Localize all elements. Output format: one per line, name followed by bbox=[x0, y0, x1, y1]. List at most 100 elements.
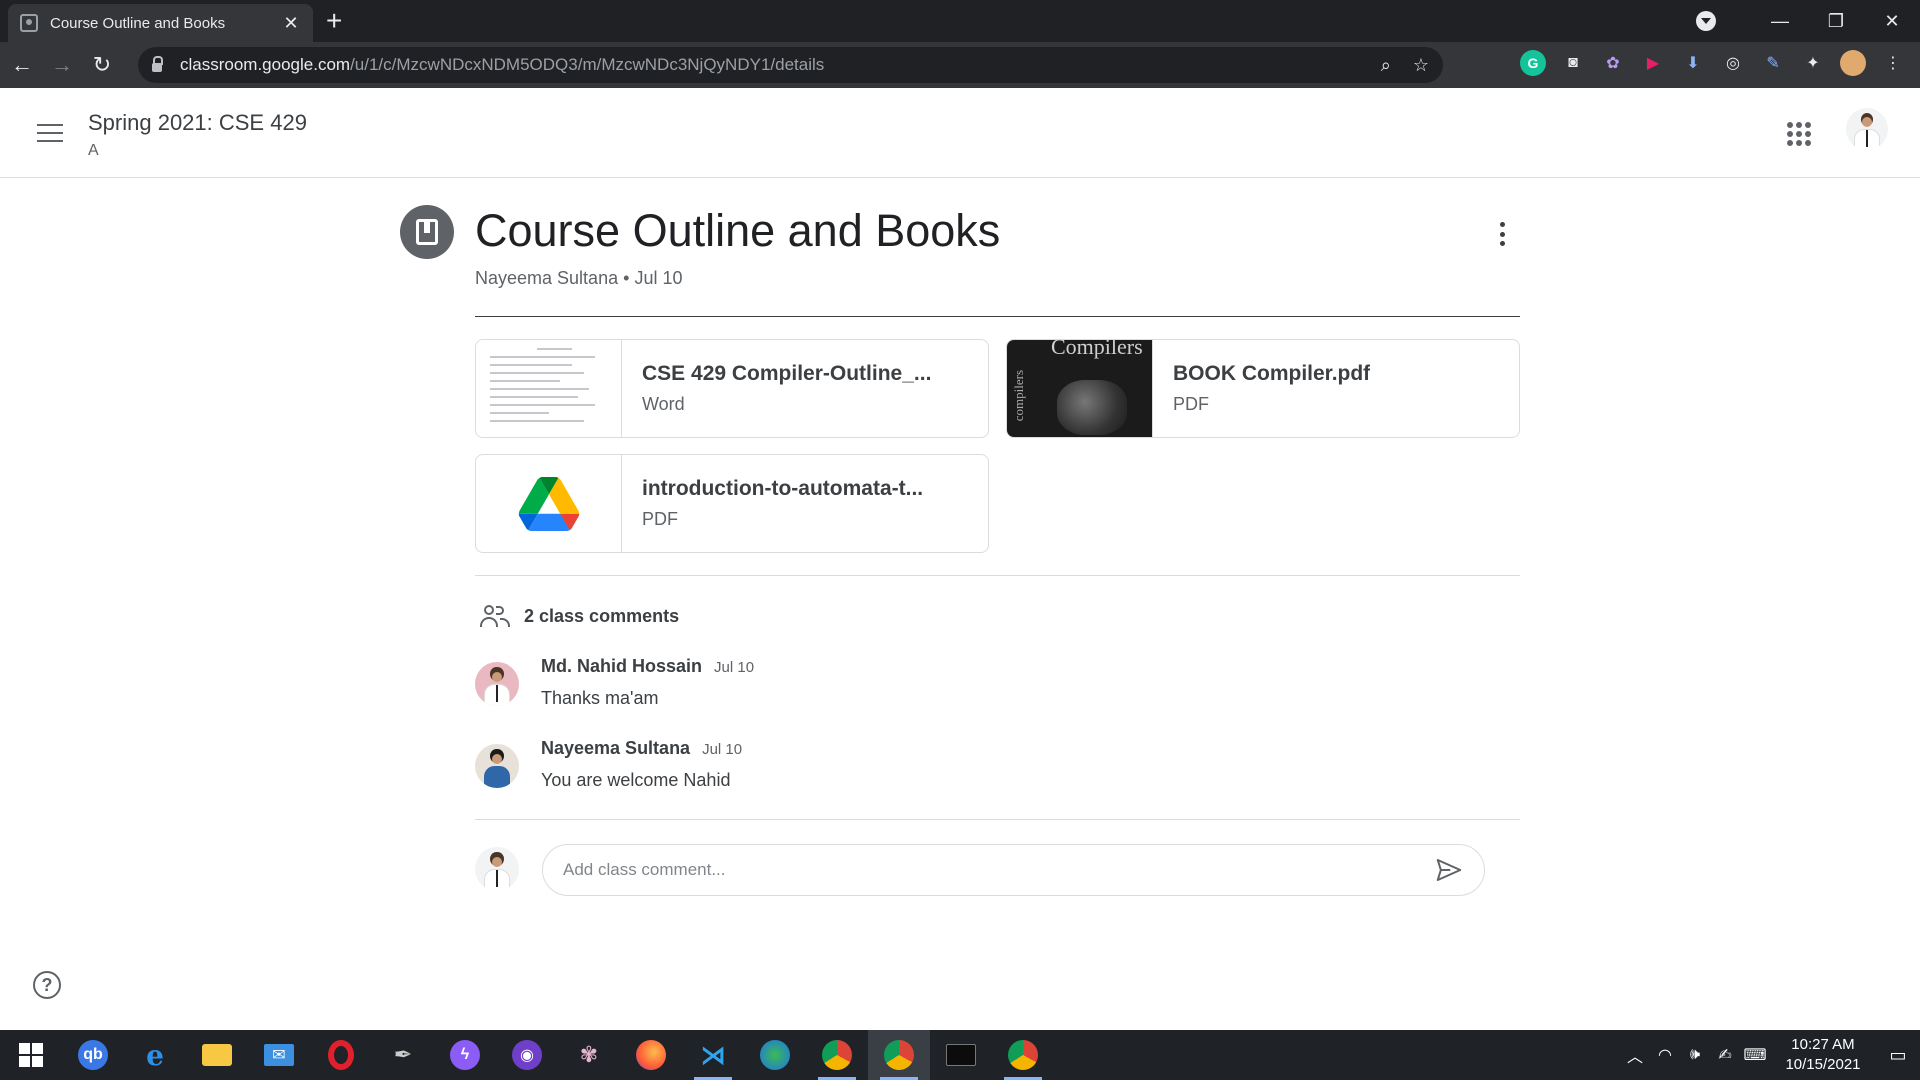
lock-icon[interactable] bbox=[152, 55, 163, 72]
restore-icon[interactable]: ❐ bbox=[1808, 0, 1864, 42]
start-button[interactable] bbox=[0, 1030, 62, 1080]
post-date: Jul 10 bbox=[634, 268, 683, 288]
account-avatar[interactable] bbox=[1846, 108, 1888, 150]
camera-icon[interactable]: ◙ bbox=[1560, 50, 1586, 76]
opera-icon bbox=[328, 1040, 354, 1070]
comment-input[interactable] bbox=[563, 860, 1434, 880]
attachment-type: PDF bbox=[642, 509, 678, 529]
forward-icon[interactable]: → bbox=[44, 47, 80, 83]
grammarly-icon[interactable]: G bbox=[1520, 50, 1546, 76]
taskbar-app-terminal[interactable] bbox=[930, 1030, 992, 1080]
extensions-icon[interactable]: ✦ bbox=[1800, 50, 1826, 76]
browser-menu-icon[interactable]: ⋮ bbox=[1880, 50, 1906, 76]
attachment-name: introduction-to-automata-t... bbox=[642, 477, 924, 500]
messenger-icon: ϟ bbox=[450, 1040, 480, 1070]
close-icon[interactable]: ✕ bbox=[281, 13, 301, 34]
comment-author: Md. Nahid Hossain bbox=[541, 656, 703, 676]
windows-logo-icon bbox=[19, 1043, 43, 1067]
menu-icon[interactable] bbox=[37, 124, 63, 148]
pen-icon[interactable]: ✎ bbox=[1760, 50, 1786, 76]
taskbar-app-chrome-3[interactable] bbox=[992, 1030, 1054, 1080]
meta-separator: • bbox=[623, 268, 630, 288]
extension-icons: G ◙ ✿ ▶ ⬇ ◎ ✎ ✦ ⋮ bbox=[1520, 50, 1906, 76]
chrome-icon bbox=[1008, 1040, 1038, 1070]
taskbar-app-inkscape[interactable]: ✒ bbox=[372, 1030, 434, 1080]
address-bar[interactable]: classroom.google.com/u/1/c/MzcwNDcxNDM5O… bbox=[138, 47, 1443, 83]
star-icon[interactable]: ☆ bbox=[1413, 55, 1429, 76]
comment-author: Nayeema Sultana bbox=[541, 738, 691, 758]
clock[interactable]: 10:27 AM 10/15/2021 bbox=[1778, 1035, 1868, 1075]
tab-favicon-icon bbox=[20, 14, 38, 32]
taskbar-app-edge[interactable]: e bbox=[124, 1030, 186, 1080]
send-icon[interactable] bbox=[1434, 855, 1464, 885]
taskbar-app-github[interactable]: ◉ bbox=[496, 1030, 558, 1080]
apps-grid-icon[interactable] bbox=[1787, 122, 1811, 146]
taskbar-app-mail[interactable]: ✉ bbox=[248, 1030, 310, 1080]
more-vert-icon[interactable] bbox=[1490, 220, 1514, 248]
taskbar-app-paint[interactable]: ✾ bbox=[558, 1030, 620, 1080]
document-thumbnail bbox=[476, 340, 622, 437]
zoom-icon[interactable]: ⌕ bbox=[1381, 55, 1391, 76]
paint-icon: ✾ bbox=[579, 1042, 599, 1067]
back-icon[interactable]: ← bbox=[4, 47, 40, 83]
window-controls: — ❐ ✕ bbox=[1696, 0, 1920, 42]
taskbar-app-firefox[interactable] bbox=[620, 1030, 682, 1080]
taskbar-app-chrome-2[interactable] bbox=[868, 1030, 930, 1080]
taskbar-app-explorer[interactable] bbox=[186, 1030, 248, 1080]
mail-icon: ✉ bbox=[264, 1044, 294, 1066]
attachment-card-automata[interactable]: introduction-to-automata-t... PDF bbox=[475, 454, 989, 553]
chevron-up-icon[interactable]: ︿ bbox=[1620, 1043, 1650, 1067]
comment-item: Nayeema Sultana Jul 10 You are welcome Na… bbox=[475, 738, 1520, 798]
comment-author-row: Md. Nahid Hossain Jul 10 bbox=[541, 656, 754, 677]
browser-titlebar: Course Outline and Books ✕ + — ❐ ✕ bbox=[0, 0, 1920, 42]
class-title[interactable]: Spring 2021: CSE 429 bbox=[88, 110, 307, 136]
taskbar-app-chrome-1[interactable] bbox=[806, 1030, 868, 1080]
browser-tab[interactable]: Course Outline and Books ✕ bbox=[8, 4, 313, 42]
taskbar-app-earth[interactable] bbox=[744, 1030, 806, 1080]
pen-workspace-icon[interactable]: ✍ bbox=[1710, 1045, 1740, 1065]
download-icon[interactable]: ⬇ bbox=[1680, 50, 1706, 76]
browser-toolbar: ← → ↻ classroom.google.com/u/1/c/MzcwNDc… bbox=[0, 42, 1920, 88]
classroom-header: Spring 2021: CSE 429 A bbox=[0, 88, 1920, 178]
attachment-card-outline[interactable]: CSE 429 Compiler-Outline_... Word bbox=[475, 339, 989, 438]
comment-item: Md. Nahid Hossain Jul 10 Thanks ma'am bbox=[475, 656, 1520, 716]
wifi-icon[interactable]: ◠ bbox=[1650, 1045, 1680, 1065]
avatar bbox=[475, 847, 519, 891]
extension-ring-icon[interactable]: ◎ bbox=[1720, 50, 1746, 76]
help-icon[interactable]: ? bbox=[33, 971, 61, 999]
notification-icon[interactable]: ▭ bbox=[1876, 1045, 1920, 1066]
taskbar-app-opera[interactable] bbox=[310, 1030, 372, 1080]
inkscape-icon: ✒ bbox=[393, 1042, 413, 1067]
book-cover-thumbnail: Compilers compilers bbox=[1007, 340, 1153, 437]
book-cover-title: Compilers bbox=[1051, 340, 1143, 359]
class-section: A bbox=[88, 142, 99, 159]
edge-icon: e bbox=[146, 1038, 164, 1072]
comment-composer[interactable] bbox=[542, 844, 1485, 896]
url-host: classroom.google.com bbox=[180, 55, 351, 74]
volume-icon[interactable]: 🕪 bbox=[1680, 1046, 1710, 1064]
comment-date: Jul 10 bbox=[702, 741, 743, 758]
chrome-icon bbox=[884, 1040, 914, 1070]
plus-icon[interactable]: + bbox=[326, 6, 342, 36]
tab-search-icon[interactable] bbox=[1696, 11, 1716, 31]
taskbar-app-vscode[interactable]: ⋊ bbox=[682, 1030, 744, 1080]
window-close-icon[interactable]: ✕ bbox=[1864, 0, 1920, 42]
extension-purple-icon[interactable]: ✿ bbox=[1600, 50, 1626, 76]
taskbar-app-messenger[interactable]: ϟ bbox=[434, 1030, 496, 1080]
avatar bbox=[475, 662, 519, 706]
globe-icon bbox=[760, 1040, 790, 1070]
minimize-icon[interactable]: — bbox=[1752, 0, 1808, 42]
windows-taskbar: qb e ✉ ✒ ϟ ◉ ✾ ⋊ ︿ ◠ 🕪 ✍ ⌨ 10:27 AM 10/1… bbox=[0, 1030, 1920, 1080]
reload-icon[interactable]: ↻ bbox=[84, 47, 120, 83]
comment-text: Thanks ma'am bbox=[541, 688, 659, 708]
taskbar-app-qb[interactable]: qb bbox=[62, 1030, 124, 1080]
comment-author-row: Nayeema Sultana Jul 10 bbox=[541, 738, 742, 759]
class-comments-header[interactable]: 2 class comments bbox=[480, 603, 679, 629]
attachment-card-book[interactable]: Compilers compilers BOOK Compiler.pdf PD… bbox=[1006, 339, 1520, 438]
profile-avatar-icon[interactable] bbox=[1840, 50, 1866, 76]
play-icon[interactable]: ▶ bbox=[1640, 50, 1666, 76]
clock-date: 10/15/2021 bbox=[1785, 1056, 1861, 1073]
chrome-icon bbox=[822, 1040, 852, 1070]
keyboard-icon[interactable]: ⌨ bbox=[1740, 1045, 1770, 1065]
attachment-type: PDF bbox=[1173, 394, 1209, 414]
